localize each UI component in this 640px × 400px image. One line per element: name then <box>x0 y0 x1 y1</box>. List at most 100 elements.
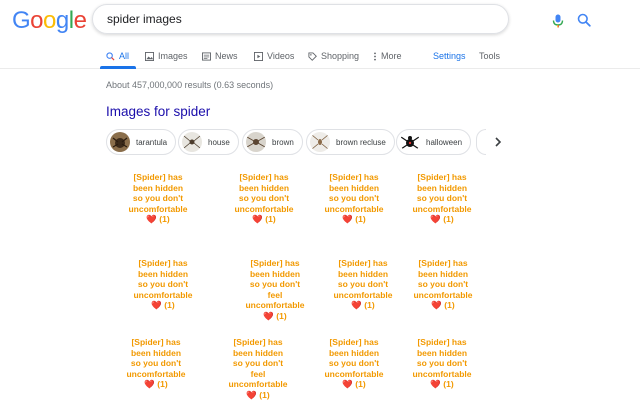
tag-icon <box>308 51 317 61</box>
tab-label: More <box>381 51 402 61</box>
hidden-image-card[interactable]: [Spider] has been hidden so you don't un… <box>331 258 395 311</box>
hidden-text-line: uncomfortable <box>324 203 384 214</box>
hidden-text-line: so you don't <box>238 193 290 203</box>
tab-images[interactable]: Images <box>145 51 188 61</box>
hidden-text-line: uncomfortable <box>413 289 473 300</box>
chip-tarantula[interactable]: tarantula <box>106 129 177 155</box>
hidden-text-line: uncomfortable <box>126 368 186 379</box>
hidden-count: ❤️ (1) <box>342 214 366 224</box>
tab-videos[interactable]: Videos <box>254 51 294 61</box>
hidden-image-card[interactable]: [Spider] has been hidden so you don't un… <box>322 337 386 390</box>
hidden-text-line: [Spider] has <box>138 258 188 268</box>
hidden-image-card[interactable]: [Spider] has been hidden so you don't un… <box>322 172 386 225</box>
hidden-image-card[interactable]: [Spider] has been hidden so you don't un… <box>410 172 474 225</box>
search-icon <box>106 51 115 61</box>
logo-letter: G <box>12 7 31 34</box>
hidden-text-line: been hidden <box>328 182 380 193</box>
hidden-count: ❤️ (1) <box>430 214 454 224</box>
chip-halloween[interactable]: halloween <box>396 129 472 155</box>
hidden-image-card[interactable]: [Spider] has been hidden so you don't un… <box>124 337 188 390</box>
settings-link[interactable]: Settings <box>433 51 466 61</box>
hidden-text-line: uncomfortable <box>128 203 188 214</box>
tab-shopping[interactable]: Shopping <box>308 51 359 61</box>
search-input[interactable]: spider images <box>107 12 182 26</box>
logo-letter: o <box>30 7 44 34</box>
microphone-icon[interactable] <box>552 14 564 28</box>
hidden-text-line: so you don't <box>328 193 380 203</box>
heart-icon: ❤️ <box>144 379 155 389</box>
chip-brown-recluse[interactable]: brown recluse <box>306 129 395 155</box>
chip-label: halloween <box>426 137 463 147</box>
hidden-text-line: so you don't <box>249 279 301 289</box>
tab-all[interactable]: All <box>106 51 129 61</box>
hidden-count: ❤️ (1) <box>246 389 270 400</box>
hidden-image-card[interactable]: [Spider] has been hidden so you don't un… <box>232 172 296 225</box>
hidden-text-line: uncomfortable <box>333 289 393 300</box>
heart-icon: ❤️ <box>342 379 353 389</box>
hidden-text-line: so you don't <box>132 193 184 203</box>
search-icon[interactable] <box>577 13 591 27</box>
hidden-count: ❤️ (1) <box>342 379 366 389</box>
images-heading[interactable]: Images for spider <box>106 104 210 119</box>
hidden-count: ❤️ (1) <box>144 379 168 389</box>
tab-label: All <box>119 51 130 61</box>
heart-icon: ❤️ <box>246 389 257 400</box>
google-logo[interactable]: G o o g l e <box>12 7 87 35</box>
hidden-text-line: so you don't <box>416 193 468 203</box>
heart-icon: ❤️ <box>431 300 442 310</box>
hidden-text-line: [Spider] has <box>417 172 467 182</box>
chip-label: brown <box>272 137 294 147</box>
hidden-text-line: uncomfortable <box>412 203 472 214</box>
hidden-text-line: been hidden <box>337 268 389 279</box>
hidden-text-line: uncomfortable <box>412 368 472 379</box>
hidden-text-line: feel <box>267 289 283 300</box>
hidden-image-card[interactable]: [Spider] has been hidden so you don't un… <box>411 258 475 311</box>
hidden-text-line: [Spider] has <box>131 337 181 347</box>
hidden-text-line: been hidden <box>232 347 284 358</box>
chip-house[interactable]: house <box>178 129 239 155</box>
tab-more[interactable]: More <box>373 51 402 61</box>
hidden-image-card[interactable]: [Spider] has been hidden so you don't un… <box>126 172 190 225</box>
hidden-text-line: [Spider] has <box>418 258 468 268</box>
hidden-text-line: been hidden <box>416 347 468 358</box>
chip-brown[interactable]: brown <box>242 129 303 155</box>
tools-link[interactable]: Tools <box>479 51 500 61</box>
heart-icon: ❤️ <box>146 214 157 224</box>
tab-label: Settings <box>433 51 466 61</box>
hidden-text-line: uncomfortable <box>133 289 193 300</box>
tab-news[interactable]: News <box>202 51 238 61</box>
hidden-text-line: so you don't <box>416 358 468 368</box>
hidden-text-line: been hidden <box>328 347 380 358</box>
logo-letter: e <box>73 7 87 34</box>
chips-next-button[interactable] <box>485 129 511 155</box>
hidden-image-card[interactable]: [Spider] has been hidden so you don't fe… <box>226 337 290 400</box>
search-tabs: All Images News Videos Shopping More Set… <box>0 45 640 69</box>
logo-letter: g <box>55 7 69 34</box>
hidden-text-line: [Spider] has <box>239 172 289 182</box>
chip-thumbnail <box>246 132 266 152</box>
hidden-count: ❤️ (1) <box>146 214 170 224</box>
hidden-image-card[interactable]: [Spider] has been hidden so you don't un… <box>131 258 195 311</box>
chip-label: brown recluse <box>336 137 386 147</box>
hidden-text-line: been hidden <box>132 182 184 193</box>
hidden-image-card[interactable]: [Spider] has been hidden so you don't fe… <box>243 258 307 321</box>
hidden-count: ❤️ (1) <box>351 300 375 310</box>
chevron-right-icon <box>495 137 502 147</box>
hidden-count: ❤️ (1) <box>252 214 276 224</box>
hidden-count: ❤️ (1) <box>151 300 175 310</box>
hidden-text-line: so you don't <box>232 358 284 368</box>
hidden-text-line: been hidden <box>137 268 189 279</box>
heart-icon: ❤️ <box>151 300 162 310</box>
hidden-image-card[interactable]: [Spider] has been hidden so you don't un… <box>410 337 474 390</box>
search-box[interactable]: spider images <box>92 4 591 34</box>
heart-icon: ❤️ <box>252 214 263 224</box>
tab-label: Tools <box>479 51 501 61</box>
heart-icon: ❤️ <box>342 214 353 224</box>
hidden-text-line: so you don't <box>130 358 182 368</box>
hidden-text-line: been hidden <box>238 182 290 193</box>
hidden-text-line: so you don't <box>137 279 189 289</box>
more-vertical-icon <box>374 51 376 61</box>
hidden-text-line: uncomfortable <box>234 203 294 214</box>
hidden-text-line: [Spider] has <box>250 258 300 268</box>
active-tab-indicator <box>100 66 136 69</box>
